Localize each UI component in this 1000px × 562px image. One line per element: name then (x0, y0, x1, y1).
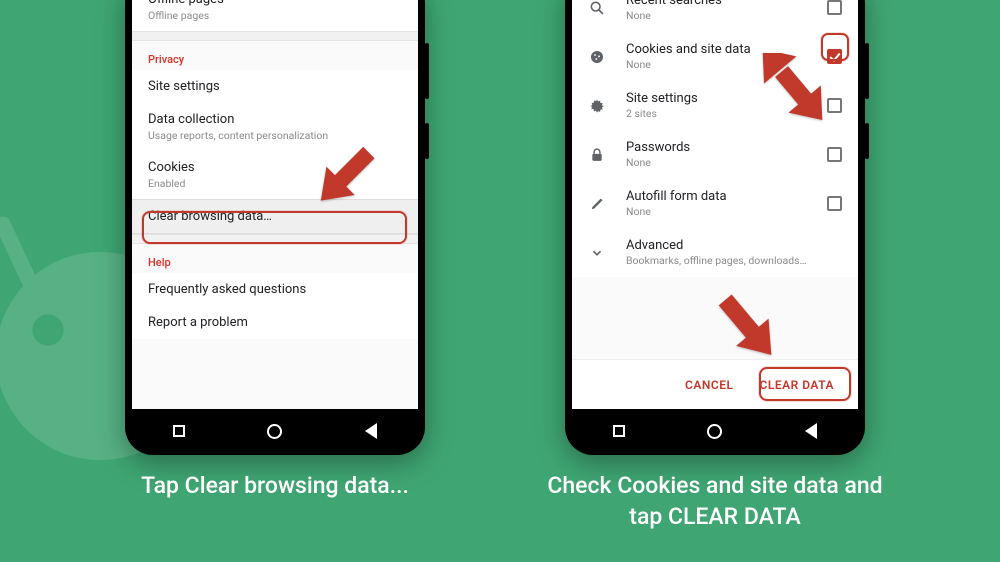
back-icon[interactable] (365, 423, 377, 439)
home-icon[interactable] (267, 424, 282, 439)
row-sub: None (626, 58, 827, 71)
passwords-row[interactable]: PasswordsNone (572, 130, 858, 179)
recent-searches-row[interactable]: Recent searchesNone (572, 0, 858, 32)
cookies-row[interactable]: Cookies Enabled (132, 151, 418, 199)
row-title: Cookies and site data (626, 42, 827, 57)
faq-row[interactable]: Frequently asked questions (132, 273, 418, 306)
row-sub: None (626, 156, 827, 169)
clear-data-button[interactable]: CLEAR DATA (748, 370, 847, 400)
row-title: Autofill form data (626, 189, 827, 204)
recents-icon[interactable] (613, 425, 625, 437)
site-settings-row[interactable]: Site settings2 sites (572, 81, 858, 130)
row-sub: Bookmarks, offline pages, downloads… (626, 254, 842, 267)
checkbox[interactable] (827, 196, 842, 211)
checkbox[interactable] (827, 147, 842, 162)
right-screen: Recent searchesNone Cookies and site dat… (572, 0, 858, 409)
pencil-icon (586, 196, 608, 211)
row-sub: Offline pages (148, 9, 402, 22)
recents-icon[interactable] (173, 425, 185, 437)
row-sub: Usage reports, content personalization (148, 129, 402, 142)
row-title: Offline pages (148, 0, 402, 7)
home-icon[interactable] (707, 424, 722, 439)
autofill-row[interactable]: Autofill form dataNone (572, 179, 858, 228)
advanced-row[interactable]: AdvancedBookmarks, offline pages, downlo… (572, 228, 858, 277)
row-title: Cookies (148, 160, 402, 175)
row-sub: None (626, 205, 827, 218)
row-title: Passwords (626, 140, 827, 155)
row-sub: 2 sites (626, 107, 827, 120)
right-phone-mockup: Recent searchesNone Cookies and site dat… (565, 0, 865, 455)
row-title: Frequently asked questions (148, 282, 402, 297)
android-navbar (572, 409, 858, 453)
row-title: Report a problem (148, 315, 402, 330)
help-header: Help (132, 244, 418, 273)
offline-pages-row[interactable]: Offline pages Offline pages (132, 0, 418, 31)
row-title: Data collection (148, 112, 402, 127)
row-sub: Enabled (148, 177, 402, 190)
row-title: Advanced (626, 238, 842, 253)
back-icon[interactable] (805, 423, 817, 439)
row-sub: None (626, 9, 827, 22)
cookie-icon (586, 49, 608, 65)
left-screen: Offline pages Offline pages Privacy Site… (132, 0, 418, 409)
divider (132, 234, 418, 244)
clear-browsing-data-row[interactable]: Clear browsing data… (132, 199, 418, 234)
row-title: Clear browsing data… (148, 209, 402, 224)
gear-icon (586, 98, 608, 114)
report-problem-row[interactable]: Report a problem (132, 306, 418, 339)
row-title: Site settings (148, 79, 402, 94)
cookies-site-data-row[interactable]: Cookies and site dataNone (572, 32, 858, 81)
caption-left: Tap Clear browsing data... (125, 470, 425, 501)
android-navbar (132, 409, 418, 453)
left-phone-mockup: Offline pages Offline pages Privacy Site… (125, 0, 425, 455)
site-settings-row[interactable]: Site settings (132, 70, 418, 103)
checkbox[interactable] (827, 0, 842, 15)
cancel-button[interactable]: CANCEL (673, 370, 745, 400)
dialog-actions: CANCEL CLEAR DATA (572, 359, 858, 409)
divider (132, 31, 418, 41)
row-title: Recent searches (626, 0, 827, 8)
checkbox-checked[interactable] (827, 49, 842, 64)
data-collection-row[interactable]: Data collection Usage reports, content p… (132, 103, 418, 151)
row-title: Site settings (626, 91, 827, 106)
chevron-down-icon (586, 246, 608, 260)
checkbox[interactable] (827, 98, 842, 113)
caption-right: Check Cookies and site data and tap CLEA… (545, 470, 885, 532)
lock-icon (586, 147, 608, 163)
privacy-header: Privacy (132, 41, 418, 70)
search-icon (586, 0, 608, 16)
